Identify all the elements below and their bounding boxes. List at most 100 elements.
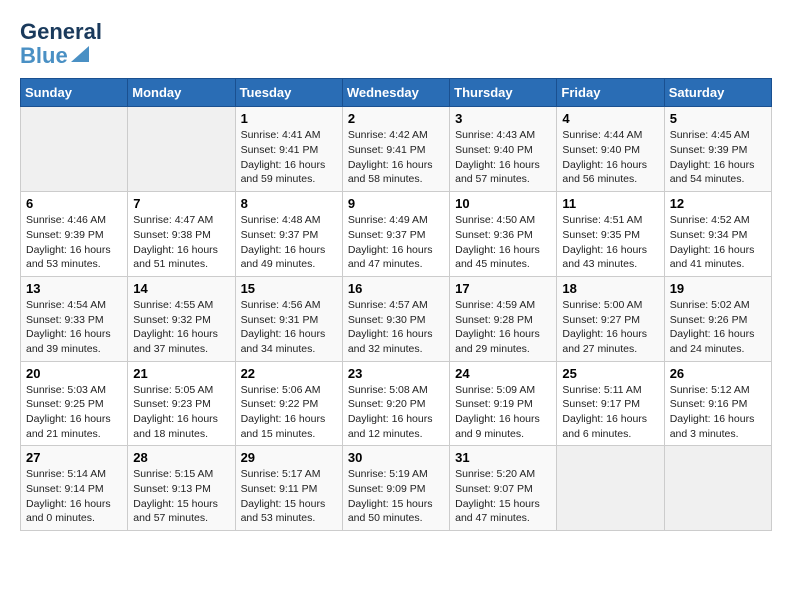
day-number: 9 xyxy=(348,196,444,211)
day-info: Sunrise: 5:19 AMSunset: 9:09 PMDaylight:… xyxy=(348,467,444,526)
day-info: Sunrise: 5:14 AMSunset: 9:14 PMDaylight:… xyxy=(26,467,122,526)
day-number: 4 xyxy=(562,111,658,126)
calendar-cell: 8 Sunrise: 4:48 AMSunset: 9:37 PMDaylight… xyxy=(235,192,342,277)
calendar-cell: 28Sunrise: 5:15 AMSunset: 9:13 PMDayligh… xyxy=(128,446,235,531)
calendar-cell xyxy=(21,107,128,192)
day-number: 14 xyxy=(133,281,229,296)
day-number: 18 xyxy=(562,281,658,296)
calendar-cell: 22Sunrise: 5:06 AMSunset: 9:22 PMDayligh… xyxy=(235,361,342,446)
calendar-cell xyxy=(664,446,771,531)
day-info: Sunrise: 5:08 AMSunset: 9:20 PMDaylight:… xyxy=(348,383,444,442)
day-info: Sunrise: 5:09 AMSunset: 9:19 PMDaylight:… xyxy=(455,383,551,442)
weekday-header-monday: Monday xyxy=(128,79,235,107)
day-info: Sunrise: 4:55 AMSunset: 9:32 PMDaylight:… xyxy=(133,298,229,357)
day-info: Sunrise: 4:46 AMSunset: 9:39 PMDaylight:… xyxy=(26,213,122,272)
day-info: Sunrise: 4:52 AMSunset: 9:34 PMDaylight:… xyxy=(670,213,766,272)
day-info: Sunrise: 5:17 AMSunset: 9:11 PMDaylight:… xyxy=(241,467,337,526)
day-number: 8 xyxy=(241,196,337,211)
calendar-cell: 2 Sunrise: 4:42 AMSunset: 9:41 PMDaylight… xyxy=(342,107,449,192)
calendar-cell: 18 Sunrise: 5:00 AMSunset: 9:27 PMDayligh… xyxy=(557,276,664,361)
weekday-header-row: SundayMondayTuesdayWednesdayThursdayFrid… xyxy=(21,79,772,107)
day-number: 24 xyxy=(455,366,551,381)
calendar-cell: 19 Sunrise: 5:02 AMSunset: 9:26 PMDayligh… xyxy=(664,276,771,361)
day-info: Sunrise: 5:20 AMSunset: 9:07 PMDaylight:… xyxy=(455,467,551,526)
calendar-week-2: 6Sunrise: 4:46 AMSunset: 9:39 PMDaylight… xyxy=(21,192,772,277)
day-info: Sunrise: 5:12 AMSunset: 9:16 PMDaylight:… xyxy=(670,383,766,442)
calendar-cell: 12 Sunrise: 4:52 AMSunset: 9:34 PMDayligh… xyxy=(664,192,771,277)
page-header: General Blue xyxy=(20,20,772,68)
day-number: 20 xyxy=(26,366,122,381)
day-info: Sunrise: 5:11 AMSunset: 9:17 PMDaylight:… xyxy=(562,383,658,442)
day-info: Sunrise: 4:48 AMSunset: 9:37 PMDaylight:… xyxy=(241,213,337,272)
calendar-cell: 14 Sunrise: 4:55 AMSunset: 9:32 PMDayligh… xyxy=(128,276,235,361)
calendar-cell: 17 Sunrise: 4:59 AMSunset: 9:28 PMDayligh… xyxy=(450,276,557,361)
day-info: Sunrise: 4:47 AMSunset: 9:38 PMDaylight:… xyxy=(133,213,229,272)
calendar-cell: 13 Sunrise: 4:54 AMSunset: 9:33 PMDayligh… xyxy=(21,276,128,361)
weekday-header-thursday: Thursday xyxy=(450,79,557,107)
calendar-cell: 15Sunrise: 4:56 AMSunset: 9:31 PMDayligh… xyxy=(235,276,342,361)
day-number: 31 xyxy=(455,450,551,465)
day-info: Sunrise: 5:03 AMSunset: 9:25 PMDaylight:… xyxy=(26,383,122,442)
day-number: 10 xyxy=(455,196,551,211)
day-info: Sunrise: 4:45 AMSunset: 9:39 PMDaylight:… xyxy=(670,128,766,187)
day-info: Sunrise: 5:02 AMSunset: 9:26 PMDaylight:… xyxy=(670,298,766,357)
day-number: 28 xyxy=(133,450,229,465)
calendar-table: SundayMondayTuesdayWednesdayThursdayFrid… xyxy=(20,78,772,531)
day-number: 13 xyxy=(26,281,122,296)
calendar-cell: 10 Sunrise: 4:50 AMSunset: 9:36 PMDayligh… xyxy=(450,192,557,277)
day-info: Sunrise: 4:56 AMSunset: 9:31 PMDaylight:… xyxy=(241,298,337,357)
day-info: Sunrise: 4:57 AMSunset: 9:30 PMDaylight:… xyxy=(348,298,444,357)
weekday-header-friday: Friday xyxy=(557,79,664,107)
calendar-cell: 29 Sunrise: 5:17 AMSunset: 9:11 PMDayligh… xyxy=(235,446,342,531)
day-number: 7 xyxy=(133,196,229,211)
calendar-cell: 11 Sunrise: 4:51 AMSunset: 9:35 PMDayligh… xyxy=(557,192,664,277)
day-info: Sunrise: 4:43 AMSunset: 9:40 PMDaylight:… xyxy=(455,128,551,187)
day-info: Sunrise: 4:50 AMSunset: 9:36 PMDaylight:… xyxy=(455,213,551,272)
day-info: Sunrise: 5:05 AMSunset: 9:23 PMDaylight:… xyxy=(133,383,229,442)
calendar-week-3: 13 Sunrise: 4:54 AMSunset: 9:33 PMDayligh… xyxy=(21,276,772,361)
logo-text-blue: Blue xyxy=(20,44,68,68)
day-number: 11 xyxy=(562,196,658,211)
day-number: 26 xyxy=(670,366,766,381)
calendar-cell: 20 Sunrise: 5:03 AMSunset: 9:25 PMDayligh… xyxy=(21,361,128,446)
day-info: Sunrise: 4:44 AMSunset: 9:40 PMDaylight:… xyxy=(562,128,658,187)
day-info: Sunrise: 4:49 AMSunset: 9:37 PMDaylight:… xyxy=(348,213,444,272)
calendar-cell xyxy=(557,446,664,531)
day-number: 29 xyxy=(241,450,337,465)
day-number: 2 xyxy=(348,111,444,126)
calendar-week-4: 20 Sunrise: 5:03 AMSunset: 9:25 PMDayligh… xyxy=(21,361,772,446)
weekday-header-wednesday: Wednesday xyxy=(342,79,449,107)
logo: General Blue xyxy=(20,20,102,68)
calendar-week-5: 27 Sunrise: 5:14 AMSunset: 9:14 PMDayligh… xyxy=(21,446,772,531)
day-number: 19 xyxy=(670,281,766,296)
calendar-cell: 26 Sunrise: 5:12 AMSunset: 9:16 PMDayligh… xyxy=(664,361,771,446)
calendar-cell: 1Sunrise: 4:41 AMSunset: 9:41 PMDaylight… xyxy=(235,107,342,192)
weekday-header-saturday: Saturday xyxy=(664,79,771,107)
day-number: 5 xyxy=(670,111,766,126)
day-number: 1 xyxy=(241,111,337,126)
weekday-header-tuesday: Tuesday xyxy=(235,79,342,107)
day-info: Sunrise: 4:42 AMSunset: 9:41 PMDaylight:… xyxy=(348,128,444,187)
day-info: Sunrise: 4:51 AMSunset: 9:35 PMDaylight:… xyxy=(562,213,658,272)
calendar-cell: 23 Sunrise: 5:08 AMSunset: 9:20 PMDayligh… xyxy=(342,361,449,446)
calendar-cell: 3 Sunrise: 4:43 AMSunset: 9:40 PMDaylight… xyxy=(450,107,557,192)
calendar-cell: 4 Sunrise: 4:44 AMSunset: 9:40 PMDaylight… xyxy=(557,107,664,192)
calendar-cell: 30Sunrise: 5:19 AMSunset: 9:09 PMDayligh… xyxy=(342,446,449,531)
calendar-cell: 21Sunrise: 5:05 AMSunset: 9:23 PMDayligh… xyxy=(128,361,235,446)
weekday-header-sunday: Sunday xyxy=(21,79,128,107)
calendar-cell: 27 Sunrise: 5:14 AMSunset: 9:14 PMDayligh… xyxy=(21,446,128,531)
day-number: 27 xyxy=(26,450,122,465)
calendar-cell: 6Sunrise: 4:46 AMSunset: 9:39 PMDaylight… xyxy=(21,192,128,277)
calendar-cell xyxy=(128,107,235,192)
day-info: Sunrise: 4:54 AMSunset: 9:33 PMDaylight:… xyxy=(26,298,122,357)
day-number: 12 xyxy=(670,196,766,211)
day-info: Sunrise: 4:59 AMSunset: 9:28 PMDaylight:… xyxy=(455,298,551,357)
day-number: 17 xyxy=(455,281,551,296)
day-number: 3 xyxy=(455,111,551,126)
day-info: Sunrise: 5:00 AMSunset: 9:27 PMDaylight:… xyxy=(562,298,658,357)
calendar-cell: 24 Sunrise: 5:09 AMSunset: 9:19 PMDayligh… xyxy=(450,361,557,446)
calendar-cell: 25Sunrise: 5:11 AMSunset: 9:17 PMDayligh… xyxy=(557,361,664,446)
calendar-cell: 7 Sunrise: 4:47 AMSunset: 9:38 PMDaylight… xyxy=(128,192,235,277)
day-number: 23 xyxy=(348,366,444,381)
logo-text-general: General xyxy=(20,20,102,44)
